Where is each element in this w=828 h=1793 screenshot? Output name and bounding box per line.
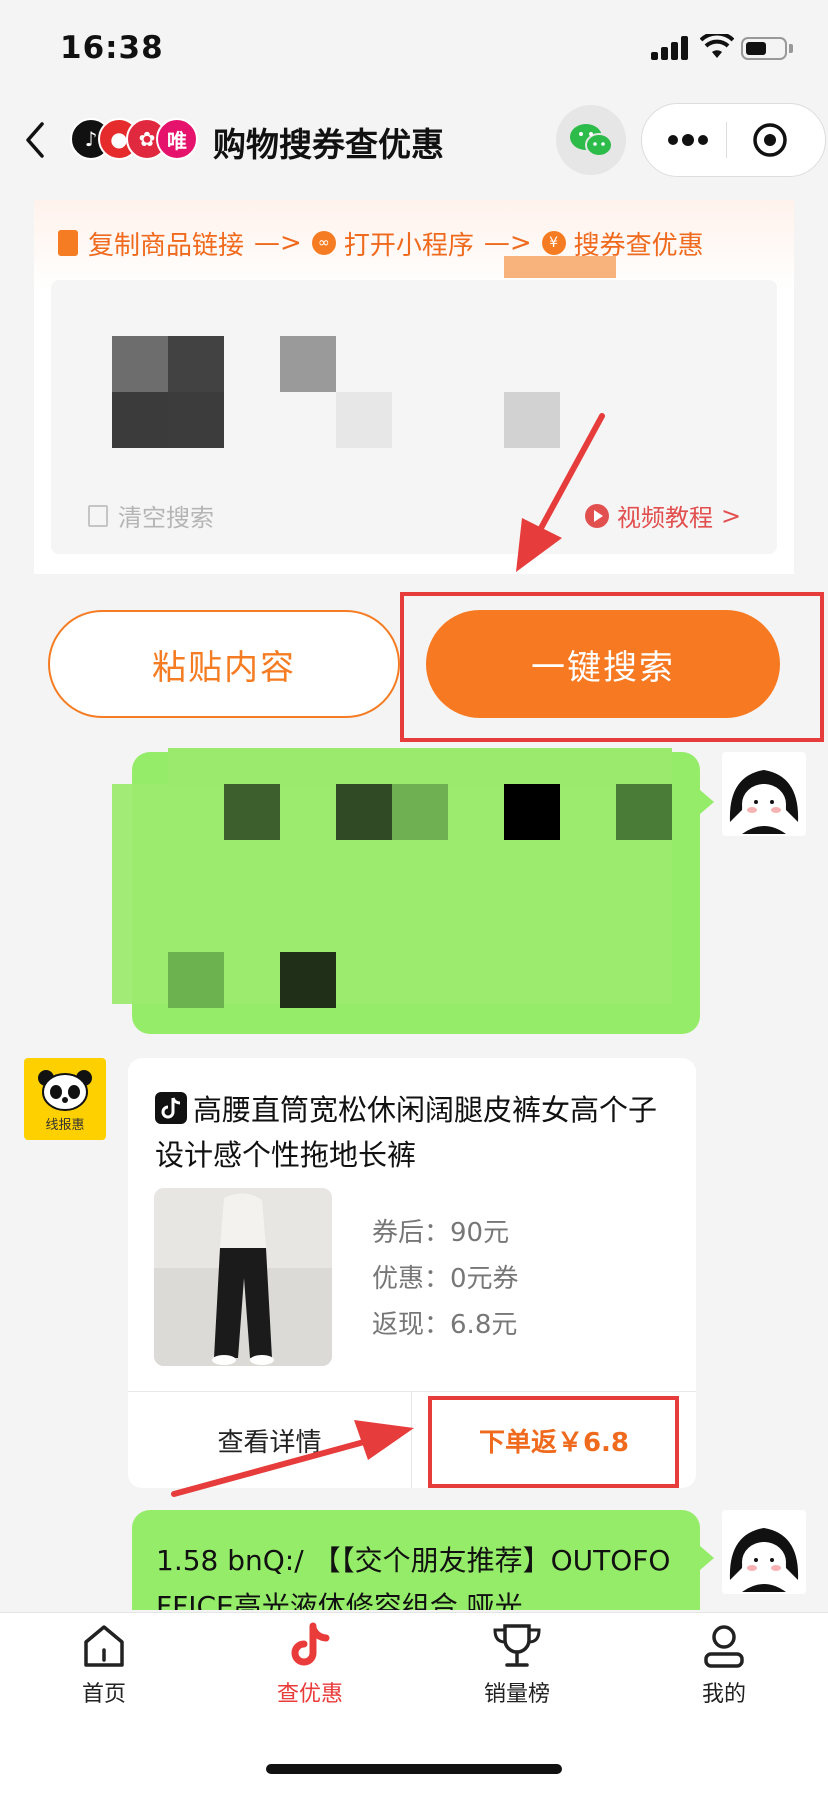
tab-deals-label: 查优惠 [276,1682,343,1707]
guide-step-copy: 复制商品链接 [88,230,245,261]
bubble-tail [700,790,714,814]
clear-search-button[interactable]: 清空搜索 [88,498,214,533]
bot-avatar[interactable]: 线报惠 [24,1058,106,1140]
mosaic-block [504,784,560,840]
mosaic-block [280,336,336,392]
tab-mine[interactable]: 我的 [654,1622,794,1708]
tab-home-label: 首页 [81,1682,126,1707]
battery-tip [789,44,793,53]
message-text[interactable]: 1.58 bnQ:/ 【【交个朋友推荐】OUTOFOFFICE高光液体修容组合 … [156,1538,686,1610]
cashback-label: 返现： [372,1310,451,1340]
paste-content-button[interactable]: 粘贴内容 [48,610,400,718]
clear-search-label: 清空搜索 [118,504,214,532]
wechat-share-button[interactable] [556,105,626,175]
page-title: 购物搜券查优惠 [213,125,444,164]
mosaic-block [336,784,392,840]
mosaic-block [224,784,280,840]
status-time: 16:38 [60,30,164,66]
douyin-icon [291,1622,330,1666]
mosaic-block [336,392,392,448]
mosaic-block [280,952,336,1008]
tab-sales-rank-label: 销量榜 [483,1682,550,1707]
user-avatar[interactable] [722,752,806,836]
wechat-icon [570,124,613,157]
tab-mine-label: 我的 [701,1682,746,1707]
close-miniprogram-icon[interactable] [752,122,788,158]
vip-logo-text: 唯 [167,128,187,153]
bubble-tail [700,1546,714,1570]
mosaic-block [112,336,168,392]
user-avatar[interactable] [722,1510,806,1594]
after-coupon-price: 券后：90元 [372,1212,509,1249]
user-icon [704,1625,744,1668]
cashback-value: 6.8元 [450,1310,518,1340]
guide-arrow: —> [483,228,532,258]
capsule-divider [726,122,727,158]
cashback-info: 返现：6.8元 [372,1304,517,1341]
mosaic-block [168,952,224,1008]
discount-info: 优惠：0元券 [372,1258,519,1295]
mosaic-blur-patch [168,748,672,788]
discount-label: 优惠： [372,1264,451,1294]
mosaic-block [168,336,224,392]
annotation-highlight-box [428,1396,679,1488]
mosaic-block [168,392,224,448]
bot-avatar-label: 线报惠 [45,1118,85,1133]
copy-doc-icon [58,230,78,256]
platform-logos: ♪ ● ✿ 唯 [70,118,210,162]
guide-step-open: 打开小程序 [343,230,474,261]
trash-icon [88,504,108,527]
mosaic-block [112,392,168,448]
guide-arrow: —> [254,228,302,258]
tab-home[interactable]: 首页 [34,1622,174,1708]
product-image[interactable] [154,1188,332,1366]
tab-sales-rank[interactable]: 销量榜 [447,1622,587,1708]
annotation-arrow [171,1420,414,1497]
after-coupon-value: 90元 [450,1218,510,1248]
coupon-icon: ¥ [541,231,566,255]
vip-logo-icon: 唯 [156,118,198,160]
video-tutorial-label: 视频教程 [617,504,713,532]
annotation-arrow [516,413,605,572]
douyin-icon [155,1092,187,1124]
product-title[interactable]: 高腰直筒宽松休闲阔腿皮裤女高个子设计感个性拖地长裤 [155,1088,675,1178]
tab-deals[interactable]: 查优惠 [240,1622,380,1708]
back-arrow-icon[interactable] [20,120,50,160]
chevron-right-icon: > [721,501,742,530]
annotation-highlight-box [400,592,824,742]
home-icon [84,1625,124,1667]
user-message-bubble: 1.58 bnQ:/ 【【交个朋友推荐】OUTOFOFFICE高光液体修容组合 … [132,1510,700,1610]
battery-icon [741,37,787,60]
wifi-icon [699,31,735,60]
discount-value: 0元券 [450,1264,519,1294]
cellular-signal-icon [651,36,691,60]
home-indicator [266,1764,562,1774]
miniprogram-icon: ∞ [311,231,336,255]
mosaic-block [616,784,672,840]
mosaic-block [392,784,448,840]
mosaic-patch [504,256,616,278]
after-coupon-label: 券后： [372,1218,451,1248]
more-dots-icon[interactable] [663,130,713,150]
product-title-text: 高腰直筒宽松休闲阔腿皮裤女高个子设计感个性拖地长裤 [155,1093,658,1172]
trophy-icon [493,1624,541,1667]
